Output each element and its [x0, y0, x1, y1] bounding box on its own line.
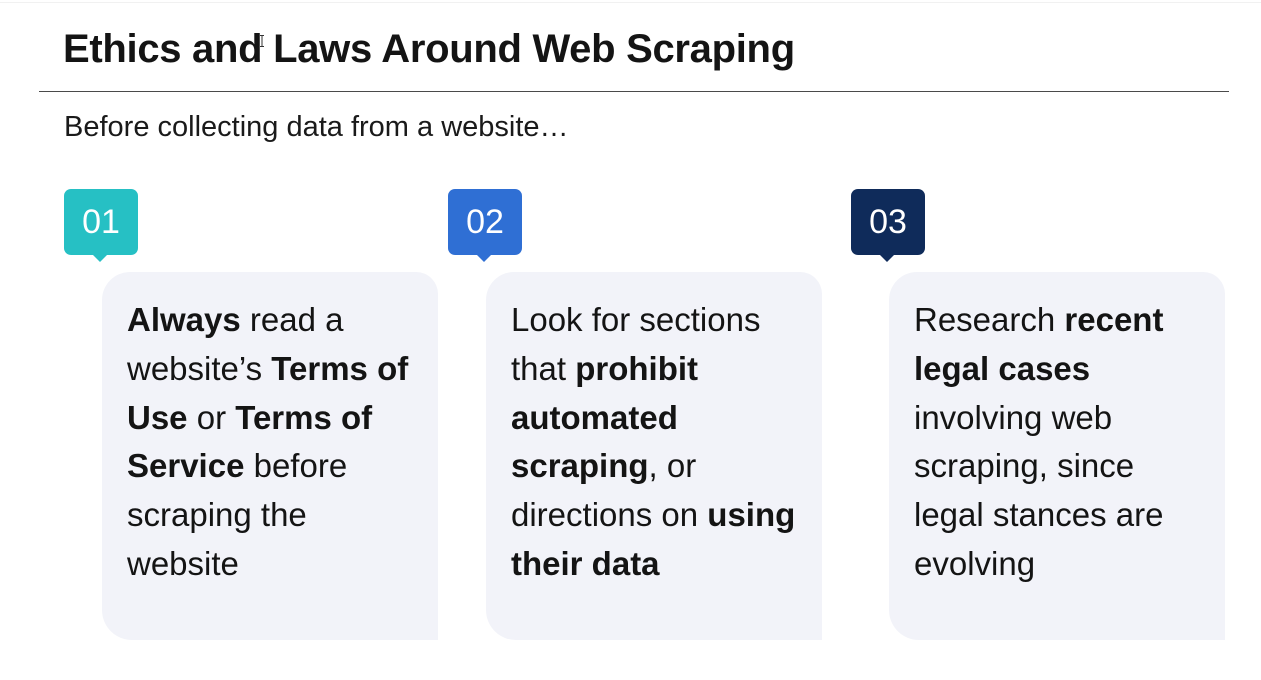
step-text-01: Always read a website’s Terms of Use or … — [127, 296, 420, 589]
step-card-03: Research recent legal cases involving we… — [889, 272, 1225, 640]
step-text-02: Look for sections that prohibit automate… — [511, 296, 804, 589]
step-card-02: Look for sections that prohibit automate… — [486, 272, 822, 640]
text-cursor-icon — [260, 35, 264, 47]
text-run: involving web scraping, since legal stan… — [914, 398, 1164, 582]
text-run: Research — [914, 301, 1065, 338]
text-run: or — [187, 398, 236, 436]
title-divider — [39, 91, 1229, 92]
top-border — [0, 2, 1261, 3]
step-text-03: Research recent legal cases involving we… — [914, 296, 1207, 589]
text-run: Always — [127, 301, 241, 338]
step-card-01: Always read a website’s Terms of Use or … — [102, 272, 438, 640]
step-badge-03: 03 — [851, 189, 925, 262]
step-badge-02: 02 — [448, 189, 522, 262]
slide-title: Ethics and Laws Around Web Scraping — [63, 27, 795, 71]
slide: Ethics and Laws Around Web Scraping Befo… — [0, 0, 1261, 680]
step-badge-01: 01 — [64, 189, 138, 262]
slide-subtitle: Before collecting data from a website… — [64, 111, 569, 143]
